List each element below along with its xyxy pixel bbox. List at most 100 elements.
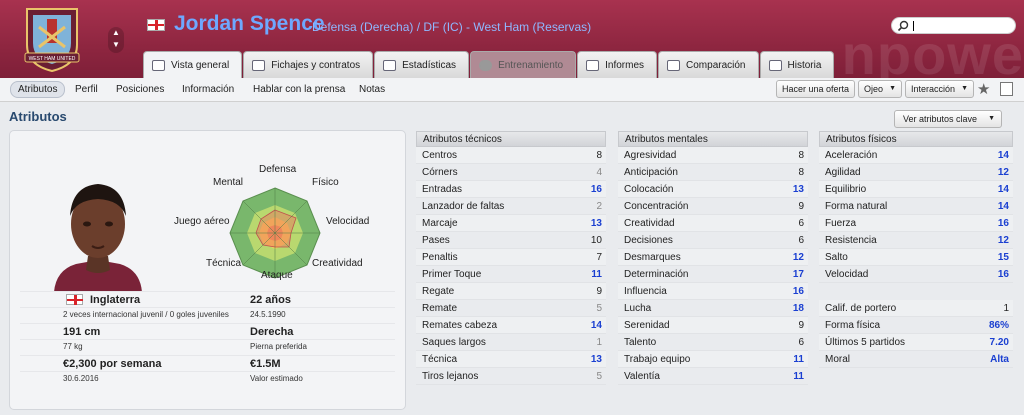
attribute-row[interactable]: Anticipación 8 xyxy=(618,164,808,181)
age: 22 años xyxy=(250,294,291,306)
attribute-name: Agilidad xyxy=(825,167,861,178)
attribute-name: Forma física xyxy=(825,320,881,331)
attribute-row[interactable]: Colocación 13 xyxy=(618,181,808,198)
attribute-row[interactable]: Trabajo equipo 11 xyxy=(618,351,808,368)
attribute-row[interactable]: Fuerza 16 xyxy=(819,215,1013,232)
attribute-row[interactable]: Moral Alta xyxy=(819,351,1013,368)
tab-history[interactable]: Historia xyxy=(759,51,835,78)
attribute-name: Moral xyxy=(825,354,851,365)
star-icon[interactable]: ★ xyxy=(977,80,990,98)
attribute-row[interactable]: Equilibrio 14 xyxy=(819,181,1013,198)
subnav-press[interactable]: Hablar con la prensa xyxy=(246,82,352,97)
bio-row: 30.6.2016 Valor estimado xyxy=(20,371,395,387)
attribute-row[interactable]: Centros 8 xyxy=(416,147,606,164)
attribute-row[interactable]: Velocidad 16 xyxy=(819,266,1013,283)
attribute-value: 1 xyxy=(1003,303,1009,314)
bio-row: Inglaterra 22 años xyxy=(20,291,395,307)
attribute-row[interactable]: Influencia 16 xyxy=(618,283,808,300)
attribute-row[interactable]: Técnica 13 xyxy=(416,351,606,368)
preferred-foot-label: Pierna preferida xyxy=(250,342,307,351)
club-crest-icon[interactable]: WEST HAM UNITED xyxy=(22,5,82,73)
attribute-value: 13 xyxy=(590,354,602,365)
attribute-row[interactable]: Lanzador de faltas 2 xyxy=(416,198,606,215)
attribute-value: 4 xyxy=(596,167,602,178)
radar-label-speed: Velocidad xyxy=(326,216,370,227)
attribute-value: 13 xyxy=(590,218,602,229)
subnav-information[interactable]: Información xyxy=(175,82,241,97)
attribute-name: Remate xyxy=(422,303,458,314)
tab-reports[interactable]: Informes xyxy=(577,51,658,78)
tab-transfers[interactable]: Fichajes y contratos xyxy=(243,51,374,78)
player-photo xyxy=(46,166,150,292)
attribute-row[interactable]: Lucha 18 xyxy=(618,300,808,317)
attribute-value: 6 xyxy=(798,218,804,229)
wage: €2,300 por semana xyxy=(63,358,162,370)
attribute-row[interactable]: Pases 10 xyxy=(416,232,606,249)
attribute-row[interactable]: Salto 15 xyxy=(819,249,1013,266)
attribute-row[interactable]: Tiros lejanos 5 xyxy=(416,368,606,385)
attribute-value: 86% xyxy=(988,320,1009,331)
attribute-row[interactable]: Primer Toque 11 xyxy=(416,266,606,283)
cloud-icon xyxy=(479,59,493,71)
attribute-row[interactable]: Aceleración 14 xyxy=(819,147,1013,164)
tab-comparison[interactable]: Comparación xyxy=(658,51,759,78)
attribute-name: Calif. de portero xyxy=(825,303,897,314)
attribute-row[interactable]: Serenidad 9 xyxy=(618,317,808,334)
attribute-row[interactable]: Concentración 9 xyxy=(618,198,808,215)
attribute-row[interactable]: Marcaje 13 xyxy=(416,215,606,232)
attribute-value: 14 xyxy=(997,201,1009,212)
attribute-row[interactable]: Resistencia 12 xyxy=(819,232,1013,249)
attribute-row[interactable]: Forma física 86% xyxy=(819,317,1013,334)
attribute-value: 6 xyxy=(798,235,804,246)
attribute-row[interactable]: Determinación 17 xyxy=(618,266,808,283)
attribute-row[interactable]: Desmarques 12 xyxy=(618,249,808,266)
tab-stats[interactable]: Estadísticas xyxy=(374,51,470,78)
add-note-icon[interactable] xyxy=(1000,82,1013,96)
scout-dropdown[interactable]: Ojeo ▼ xyxy=(858,80,903,98)
key-attributes-dropdown[interactable]: Ver atributos clave ▼ xyxy=(894,110,1002,128)
subnav-attributes[interactable]: Atributos xyxy=(10,81,66,98)
subnav-positions[interactable]: Posiciones xyxy=(109,82,171,97)
attribute-name: Saques largos xyxy=(422,337,486,348)
interaction-dropdown[interactable]: Interacción ▼ xyxy=(905,80,975,98)
attribute-row[interactable]: Remate 5 xyxy=(416,300,606,317)
attribute-row[interactable]: Valentía 11 xyxy=(618,368,808,385)
make-offer-button[interactable]: Hacer una oferta xyxy=(776,80,856,98)
tab-training[interactable]: Entrenamiento xyxy=(470,51,577,78)
history-icon xyxy=(768,59,782,71)
contract-expiry: 30.6.2016 xyxy=(63,374,99,383)
attribute-row[interactable]: Agilidad 12 xyxy=(819,164,1013,181)
nationality[interactable]: Inglaterra xyxy=(90,294,140,306)
attribute-row[interactable]: Agresividad 8 xyxy=(618,147,808,164)
attribute-name: Primer Toque xyxy=(422,269,482,280)
player-name: Jordan Spence xyxy=(174,12,325,35)
weight: 77 kg xyxy=(63,342,83,351)
subnav-profile[interactable]: Perfil xyxy=(68,82,105,97)
tab-overview[interactable]: Vista general xyxy=(143,51,243,78)
attribute-row[interactable]: Saques largos 1 xyxy=(416,334,606,351)
attribute-row[interactable]: Decisiones 6 xyxy=(618,232,808,249)
attribute-name: Influencia xyxy=(624,286,667,297)
attribute-name: Centros xyxy=(422,150,458,161)
attribute-name: Concentración xyxy=(624,201,689,212)
attribute-row[interactable]: Calif. de portero 1 xyxy=(819,300,1013,317)
attribute-row[interactable]: Forma natural 14 xyxy=(819,198,1013,215)
attribute-value: 16 xyxy=(997,269,1009,280)
attribute-row[interactable]: Talento 6 xyxy=(618,334,808,351)
radar-label-aerial: Juego aéreo xyxy=(174,216,230,227)
attribute-row[interactable]: Regate 9 xyxy=(416,283,606,300)
attribute-row[interactable]: Remates cabeza 14 xyxy=(416,317,606,334)
reports-icon xyxy=(586,59,600,71)
attribute-row[interactable]: Penaltis 7 xyxy=(416,249,606,266)
attribute-value: 2 xyxy=(596,201,602,212)
attribute-row[interactable]: Creatividad 6 xyxy=(618,215,808,232)
attribute-value: 16 xyxy=(997,218,1009,229)
attribute-name: Lucha xyxy=(624,303,652,314)
attribute-row[interactable]: Córners 4 xyxy=(416,164,606,181)
search-input[interactable] xyxy=(891,17,1016,34)
attribute-row[interactable]: Últimos 5 partidos 7.20 xyxy=(819,334,1013,351)
player-nav-arrows[interactable]: ▲ ▼ xyxy=(108,27,124,53)
chevron-down-icon: ▼ xyxy=(961,85,969,92)
attribute-row[interactable]: Entradas 16 xyxy=(416,181,606,198)
subnav-notes[interactable]: Notas xyxy=(352,82,392,97)
